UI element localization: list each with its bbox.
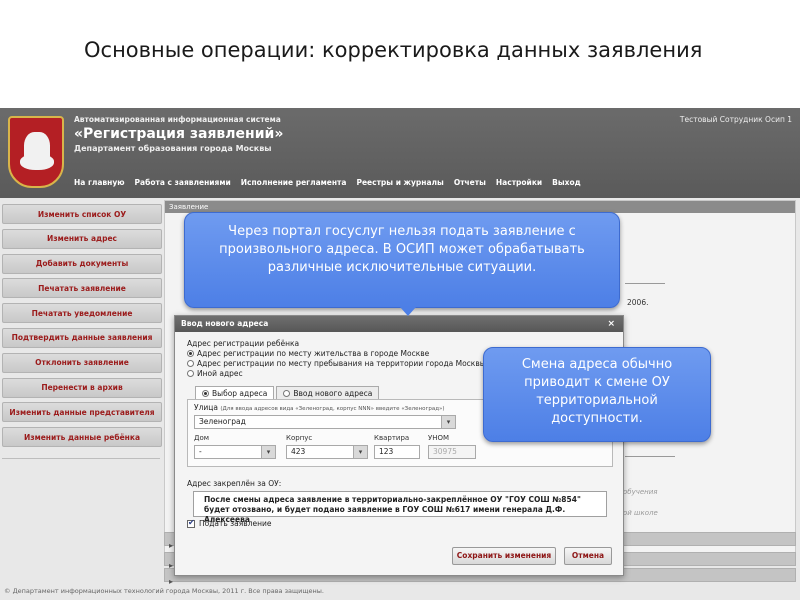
expand-arrow-icon: ▸ xyxy=(169,541,174,550)
ou-label: Адрес закреплён за ОУ: xyxy=(187,479,282,488)
current-user: Тестовый Сотрудник Осип 1 xyxy=(679,115,792,124)
callout-tail xyxy=(400,307,416,316)
checkbox-label: Подать заявление xyxy=(199,519,272,528)
korpus-select[interactable]: 423 ▾ xyxy=(286,445,368,459)
add-documents-button[interactable]: Добавить документы xyxy=(2,253,162,274)
street-label: Улица (Для ввода адресов вида «Зеленогра… xyxy=(194,403,445,412)
apartment-input[interactable]: 123 xyxy=(374,445,420,459)
nav-registries[interactable]: Реестры и журналы xyxy=(356,178,443,187)
nav-regulation[interactable]: Исполнение регламента xyxy=(241,178,347,187)
reject-application-button[interactable]: Отклонить заявление xyxy=(2,352,162,373)
copyright-footer: © Департамент информационных технологий … xyxy=(4,587,324,595)
print-notification-button[interactable]: Печатать уведомление xyxy=(2,303,162,324)
action-sidebar: Изменить список ОУ Изменить адрес Добави… xyxy=(0,204,162,452)
address-tabs: Выбор адреса Ввод нового адреса xyxy=(195,386,380,399)
house-select[interactable]: - ▾ xyxy=(194,445,276,459)
edit-child-button[interactable]: Изменить данные ребёнка xyxy=(2,427,162,448)
tab-label: Выбор адреса xyxy=(212,388,268,398)
system-subtitle: Автоматизированная информационная систем… xyxy=(74,115,281,124)
panel-faint-text: обучения xyxy=(623,488,658,496)
dialog-title: Ввод нового адреса xyxy=(181,319,269,328)
archive-button[interactable]: Перенести в архив xyxy=(2,377,162,398)
panel-divider xyxy=(625,456,675,457)
change-ou-list-button[interactable]: Изменить список ОУ xyxy=(2,204,162,224)
tab-new-address[interactable]: Ввод нового адреса xyxy=(276,386,380,399)
dropdown-arrow-icon: ▾ xyxy=(441,416,455,428)
unom-input: 30975 xyxy=(428,445,476,459)
radio-selected-icon xyxy=(202,389,209,397)
nav-reports[interactable]: Отчеты xyxy=(454,178,486,187)
nav-settings[interactable]: Настройки xyxy=(496,178,542,187)
submit-application-checkbox[interactable]: Подать заявление xyxy=(187,518,272,528)
edit-representative-button[interactable]: Изменить данные представителя xyxy=(2,402,162,423)
app-header: Автоматизированная информационная систем… xyxy=(0,108,800,198)
korpus-label: Корпус xyxy=(286,434,313,442)
cancel-button[interactable]: Отмена xyxy=(564,547,612,565)
tab-label: Ввод нового адреса xyxy=(293,388,373,398)
system-title: «Регистрация заявлений» xyxy=(74,126,284,142)
radio-label: Адрес регистрации по месту жительства в … xyxy=(197,349,430,358)
unom-label: УНОМ xyxy=(428,434,450,442)
apartment-label: Квартира xyxy=(374,434,410,442)
sidebar-divider xyxy=(2,458,160,459)
radio-label: Иной адрес xyxy=(197,369,243,378)
registration-label: Адрес регистрации ребёнка xyxy=(187,339,300,348)
house-label: Дом xyxy=(194,434,210,442)
radio-selected-icon xyxy=(187,350,194,357)
dropdown-arrow-icon: ▾ xyxy=(353,446,367,458)
main-nav: На главную Работа с заявлениями Исполнен… xyxy=(74,178,581,187)
department-name: Департамент образования города Москвы xyxy=(74,144,272,153)
radio-icon xyxy=(187,360,194,367)
nav-logout[interactable]: Выход xyxy=(552,178,581,187)
radio-label: Адрес регистрации по месту пребывания на… xyxy=(197,359,486,368)
ou-message: После смены адреса заявление в территори… xyxy=(193,491,607,524)
radio-icon xyxy=(283,389,291,397)
radio-icon xyxy=(187,370,194,377)
checkbox-checked-icon xyxy=(187,518,195,528)
nav-home[interactable]: На главную xyxy=(74,178,125,187)
confirm-data-button[interactable]: Подтвердить данные заявления xyxy=(2,327,162,348)
close-icon[interactable]: × xyxy=(607,316,615,332)
portal-callout: Через портал госуслуг нельзя подать заяв… xyxy=(184,212,620,308)
change-address-button[interactable]: Изменить адрес xyxy=(2,228,162,249)
panel-divider xyxy=(625,283,665,284)
radio-other[interactable]: Иной адрес xyxy=(187,369,243,378)
expand-arrow-icon: ▸ xyxy=(169,577,174,586)
print-application-button[interactable]: Печатать заявление xyxy=(2,278,162,299)
slide-title: Основные операции: корректировка данных … xyxy=(84,38,703,62)
nav-applications[interactable]: Работа с заявлениями xyxy=(135,178,231,187)
panel-faint-text: ой школе xyxy=(623,509,658,517)
radio-residence[interactable]: Адрес регистрации по месту жительства в … xyxy=(187,349,429,358)
dialog-header: Ввод нового адреса × xyxy=(175,316,623,332)
tab-select-address[interactable]: Выбор адреса xyxy=(195,386,275,399)
street-select[interactable]: Зеленоград ▾ xyxy=(194,415,456,429)
moscow-crest-icon xyxy=(8,116,64,188)
radio-stay[interactable]: Адрес регистрации по месту пребывания на… xyxy=(187,359,486,368)
panel-date-text: 2006. xyxy=(627,298,649,307)
save-changes-button[interactable]: Сохранить изменения xyxy=(452,547,556,565)
dropdown-arrow-icon: ▾ xyxy=(261,446,275,458)
address-callout: Смена адреса обычно приводит к смене ОУ … xyxy=(483,347,711,442)
